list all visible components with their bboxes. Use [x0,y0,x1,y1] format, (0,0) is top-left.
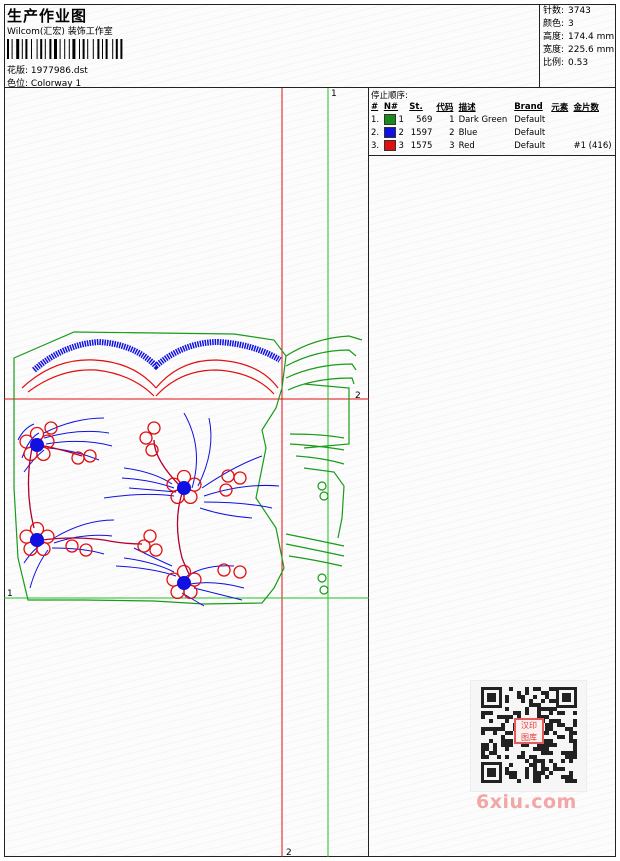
stop-sequence-panel: 停止顺序: # N# St. 代码 描述 Brand 元素 金片数 1. 1 5… [369,88,616,156]
col-sequins: 金片数 [573,102,599,113]
embroidery-design: 2 2 1 1 [4,88,369,857]
col-code: 代码 [436,102,454,113]
red-swoops [21,359,279,397]
flower-bud [149,543,163,557]
stat-stitches: 针数: 3743 [543,6,591,16]
color-swatch-red [383,140,396,151]
guide-green-v-label: 1 [331,89,337,99]
col-num: # [371,101,379,112]
site-watermark: 6xiu.com [476,791,577,813]
col-element: 元素 [551,102,569,113]
page-title: 生产作业图 [7,7,88,25]
stat-width: 宽度: 225.6 mm [543,45,615,55]
blue-border [32,338,282,373]
red-stems [27,439,191,577]
stat-height: 高度: 174.4 mm [543,32,615,42]
flower-bud [233,471,247,485]
flower-bud [233,565,247,579]
design-canvas: 2 2 1 1 [4,88,369,857]
flower-bud [143,529,157,543]
worksheet-header: 生产作业图 Wilcom(汇宏) 装饰工作室 花版: 1977986.dst 色… [4,4,616,89]
guide-red-h-label: 2 [355,391,361,401]
company-name: Wilcom(汇宏) 装饰工作室 [7,27,113,37]
stop-table-header: # N# St. 代码 描述 Brand 元素 金片数 [369,100,616,113]
table-row: 3. 3 1575 3 Red Default #1 (416) [371,140,612,151]
color-swatch-green [383,114,396,125]
design-value: 1977986.dst [30,66,88,76]
stamp-logo: 汉印 图库 [514,718,544,744]
flower-bud [139,431,153,445]
design-label: 花版: [7,66,29,76]
flower-bud [65,539,79,553]
barcode [7,39,123,59]
color-swatch-blue [383,127,396,138]
blue-leaves [17,412,280,607]
guide-red-v-label: 2 [286,848,292,857]
table-row: 1. 1 569 1 Dark Green Default [371,114,546,125]
col-n: N# [383,101,399,112]
stat-scale: 比例: 0.53 [543,58,589,68]
design-file-line: 花版: 1977986.dst [7,63,88,76]
flower-bud [147,421,161,435]
stop-sequence-table: # N# St. 代码 描述 Brand 元素 金片数 1. 1 569 1 D… [369,100,616,152]
col-st: St. [409,101,423,112]
stat-colors: 颜色: 3 [543,19,574,29]
flower-bud [83,449,97,463]
col-desc: 描述 [458,102,476,113]
design-stats: 针数: 3743 颜色: 3 高度: 174.4 mm 宽度: 225.6 mm 比例:… [539,4,616,88]
table-row: 2. 2 1597 2 Blue Default [371,127,546,138]
col-brand: Brand [514,101,543,112]
flower-bud [71,451,85,465]
blue-flower-centers [30,438,191,590]
guide-green-h-label: 1 [7,589,13,599]
